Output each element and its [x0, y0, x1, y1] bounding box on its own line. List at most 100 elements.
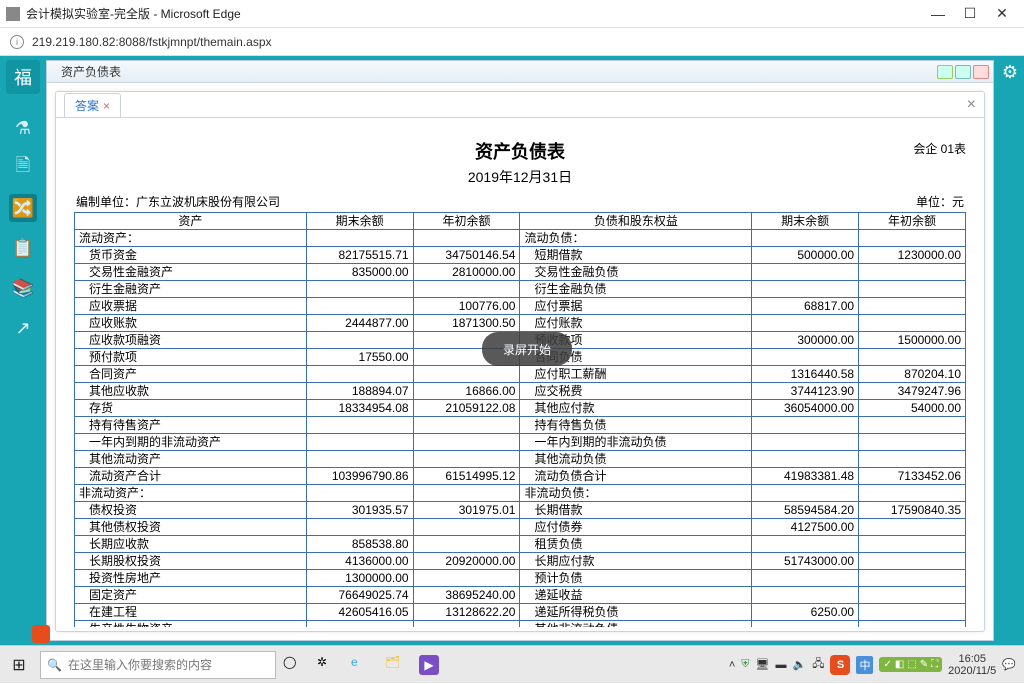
asset-end — [306, 281, 413, 298]
browser-app-icon — [6, 7, 20, 21]
asset-label: 其他债权投资 — [75, 519, 307, 536]
liab-begin — [859, 621, 966, 628]
asset-label: 长期应收款 — [75, 536, 307, 553]
liab-end: 1316440.58 — [752, 366, 859, 383]
report-org: 编制单位：广东立波机床股份有限公司 — [76, 193, 280, 210]
taskbar-search-box[interactable]: 🔍 在这里输入你要搜索的内容 — [40, 651, 276, 679]
sidebar-flow-icon[interactable]: 🔀 — [9, 194, 37, 222]
panel-max-button[interactable] — [955, 65, 971, 79]
table-row: 债权投资301935.57301975.01长期借款58594584.20175… — [75, 502, 966, 519]
liab-begin — [859, 451, 966, 468]
liab-label: 其他非流动负债 — [520, 621, 752, 628]
asset-end: 1300000.00 — [306, 570, 413, 587]
asset-begin: 16866.00 — [413, 383, 520, 400]
ime-indicator[interactable]: S — [830, 655, 850, 675]
sidebar-share-icon[interactable]: ↗ — [9, 314, 37, 342]
asset-end — [306, 230, 413, 247]
liab-label: 应交税费 — [520, 383, 752, 400]
asset-begin: 34750146.54 — [413, 247, 520, 264]
asset-begin — [413, 434, 520, 451]
window-close-button[interactable]: ✕ — [986, 4, 1018, 24]
tray-green-strip[interactable]: ✓◧⬚✎⛶ — [879, 657, 942, 672]
sidebar-book-icon[interactable]: 📚 — [9, 274, 37, 302]
panel-tab-balance-sheet[interactable]: 资产负债表 — [53, 61, 129, 82]
panel-min-button[interactable] — [937, 65, 953, 79]
settings-gear-icon[interactable]: ⚙ — [1002, 62, 1018, 83]
start-button[interactable]: ⊞ — [0, 646, 38, 684]
asset-label: 长期股权投资 — [75, 553, 307, 570]
table-row: 投资性房地产1300000.00预计负债 — [75, 570, 966, 587]
liab-end — [752, 485, 859, 502]
tray-chevron-up-icon[interactable]: ˄ — [729, 659, 735, 671]
asset-begin: 301975.01 — [413, 502, 520, 519]
site-info-icon[interactable]: i — [10, 35, 24, 49]
dialog-close-button[interactable]: × — [967, 96, 976, 114]
taskbar-edge-icon[interactable]: e — [344, 646, 378, 684]
app-logo[interactable]: 福 — [6, 60, 40, 94]
sidebar-doc-icon[interactable]: 🗎 — [9, 154, 37, 182]
notification-center-icon[interactable]: 💬 — [1002, 658, 1016, 671]
liab-label: 长期应付款 — [520, 553, 752, 570]
liab-begin: 1230000.00 — [859, 247, 966, 264]
screen-record-badge[interactable]: 录屏开始 — [482, 332, 572, 366]
liab-end — [752, 315, 859, 332]
task-view-button[interactable]: ◯ — [276, 646, 310, 684]
taskbar-app-1[interactable]: ✲ — [310, 646, 344, 684]
asset-begin — [413, 366, 520, 383]
liab-label: 流动负债合计 — [520, 468, 752, 485]
dialog-tab-close-icon[interactable]: × — [103, 99, 110, 113]
asset-label: 非流动资产： — [75, 485, 307, 502]
liab-end: 300000.00 — [752, 332, 859, 349]
liab-begin: 17590840.35 — [859, 502, 966, 519]
asset-label: 在建工程 — [75, 604, 307, 621]
asset-end: 2444877.00 — [306, 315, 413, 332]
sidebar-clipboard-icon[interactable]: 📋 — [9, 234, 37, 262]
tray-shield-icon[interactable]: ⛨ — [741, 658, 749, 671]
panel-close-button[interactable] — [973, 65, 989, 79]
asset-end — [306, 298, 413, 315]
liab-label: 递延收益 — [520, 587, 752, 604]
taskbar-app-purple[interactable]: ▶ — [412, 646, 446, 684]
table-row: 长期应收款858538.80租赁负债 — [75, 536, 966, 553]
taskbar-clock[interactable]: 16:05 2020/11/5 — [948, 653, 996, 677]
dialog-tab-answer[interactable]: 答案× — [64, 93, 121, 117]
taskbar-explorer-icon[interactable]: 🗂 — [378, 646, 412, 684]
tray-battery-icon[interactable]: ▬ — [776, 659, 787, 671]
asset-begin: 1871300.50 — [413, 315, 520, 332]
liab-end — [752, 587, 859, 604]
asset-label: 其他应收款 — [75, 383, 307, 400]
window-max-button[interactable]: ☐ — [954, 4, 986, 24]
liab-end — [752, 281, 859, 298]
asset-label: 持有待售资产 — [75, 417, 307, 434]
tray-g5-icon: ⛶ — [931, 659, 938, 670]
table-row: 长期股权投资4136000.0020920000.00长期应付款51743000… — [75, 553, 966, 570]
liab-end — [752, 621, 859, 628]
liab-begin — [859, 281, 966, 298]
tray-g2-icon: ◧ — [895, 659, 904, 670]
tray-network-icon[interactable]: 🖧 — [812, 655, 824, 674]
asset-end — [306, 485, 413, 502]
liab-label: 其他流动负债 — [520, 451, 752, 468]
asset-label: 其他流动资产 — [75, 451, 307, 468]
table-row: 持有待售资产持有待售负债 — [75, 417, 966, 434]
asset-begin: 21059122.08 — [413, 400, 520, 417]
th-liab: 负债和股东权益 — [520, 213, 752, 230]
asset-end: 4136000.00 — [306, 553, 413, 570]
tray-volume-icon[interactable]: 🔈 — [793, 658, 807, 671]
sidebar-flask-icon[interactable]: ⚗ — [9, 114, 37, 142]
th-liab-end: 期末余额 — [752, 213, 859, 230]
asset-label: 应收票据 — [75, 298, 307, 315]
dialog-tabbar: 答案× × — [56, 92, 984, 118]
window-min-button[interactable]: — — [922, 4, 954, 24]
tray-g3-icon: ⬚ — [907, 659, 916, 670]
ime-lang[interactable]: 中 — [856, 656, 873, 674]
report-scroll[interactable]: 资产负债表 会企 01表 2019年12月31日 编制单位：广东立波机床股份有限… — [60, 122, 980, 627]
asset-label: 预付款项 — [75, 349, 307, 366]
liab-end: 68817.00 — [752, 298, 859, 315]
asset-label: 流动资产合计 — [75, 468, 307, 485]
address-bar[interactable]: 219.219.180.82:8088/fstkjmnpt/themain.as… — [32, 35, 1014, 49]
liab-end: 51743000.00 — [752, 553, 859, 570]
asset-end: 301935.57 — [306, 502, 413, 519]
liab-begin: 870204.10 — [859, 366, 966, 383]
tray-monitor-icon[interactable]: 🖥 — [756, 658, 770, 671]
